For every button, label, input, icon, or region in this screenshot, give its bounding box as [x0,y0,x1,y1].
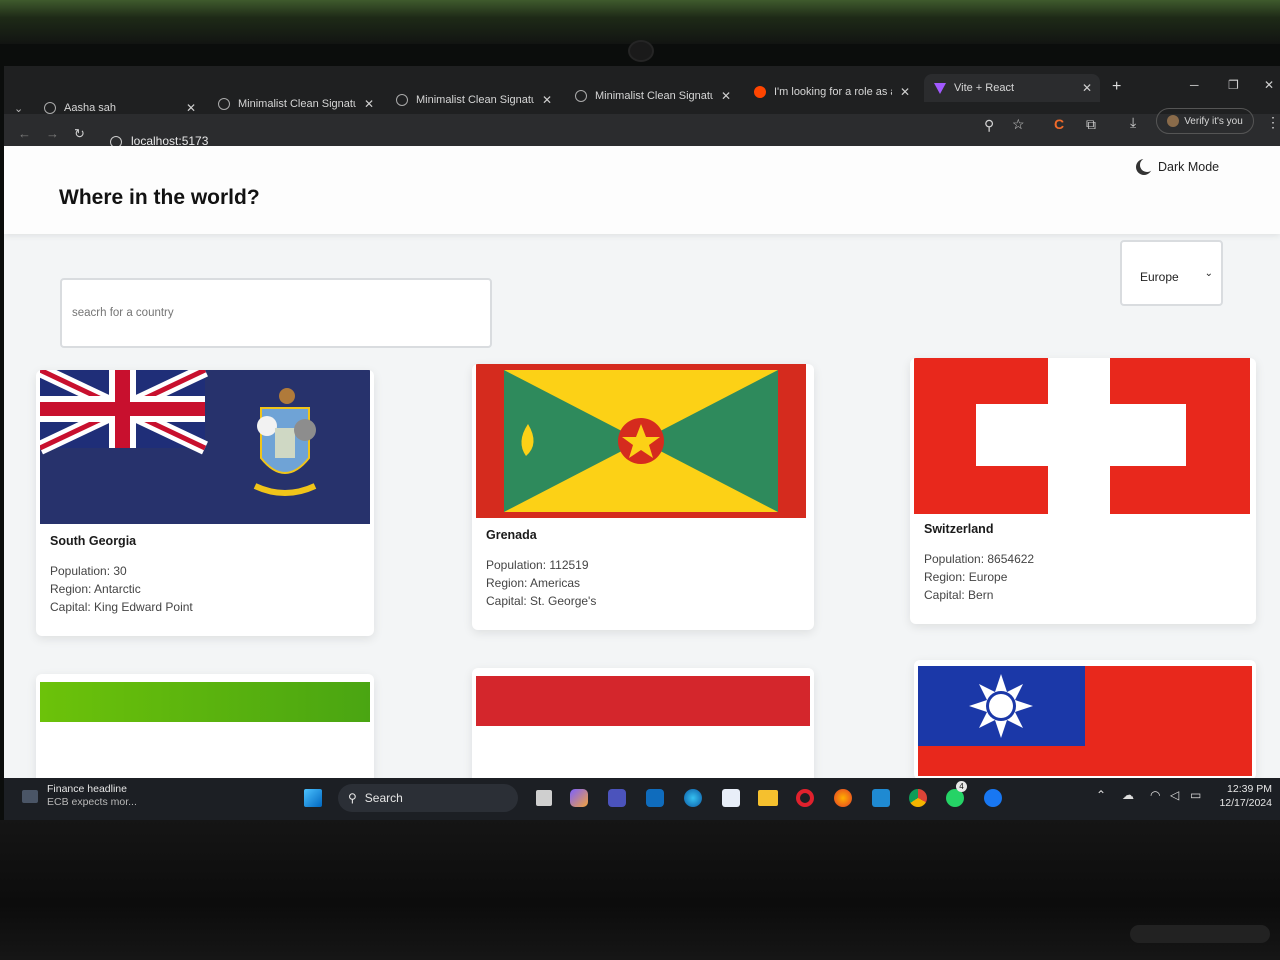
notification-badge: 4 [956,781,967,792]
outlook-icon[interactable] [646,789,664,807]
country-card-partial[interactable] [472,668,814,778]
minimize-icon[interactable]: ─ [1190,78,1199,92]
wifi-icon[interactable]: ◠ [1150,788,1160,802]
country-population: Population: 112519 [486,558,589,572]
extensions-puzzle-icon[interactable]: ⧉ [1086,116,1096,133]
search-box[interactable] [60,278,492,348]
volume-icon[interactable]: ◁ [1170,788,1179,802]
window-close-icon[interactable]: ✕ [1264,78,1274,92]
country-name: South Georgia [50,534,137,548]
avatar [1167,115,1180,127]
close-tab-icon[interactable]: ✕ [364,97,374,111]
file-explorer-icon[interactable] [758,790,778,806]
clock[interactable]: 12:39 PM 12/17/2024 [1216,782,1272,810]
app-header: Where in the world? Dark Mode [4,146,1280,234]
country-details: Population: 30 Region: Antarctic Capital… [50,562,193,616]
browser-tab-strip: ⌄ Aasha sah ✕ Minimalist Clean Signature… [4,66,1280,115]
country-region: Region: Antarctic [50,582,141,596]
keyboard-edge [1130,925,1270,943]
country-name: Switzerland [924,522,994,536]
country-card-grenada[interactable]: Grenada Population: 112519 Region: Ameri… [472,364,814,630]
globe-icon [575,90,587,102]
show-hidden-icons[interactable]: ⌃ [1096,788,1106,802]
flag-partial-red [476,676,810,726]
country-card-switzerland[interactable]: Switzerland Population: 8654622 Region: … [910,358,1256,624]
reload-icon[interactable]: ↻ [74,126,85,142]
close-tab-icon[interactable]: ✕ [721,89,731,103]
opera-icon[interactable] [796,789,814,807]
back-icon[interactable]: ← [18,126,31,141]
edge-icon[interactable] [684,789,702,807]
copilot-icon[interactable] [570,789,588,807]
facebook-icon[interactable] [984,789,1002,807]
moon-icon [1140,158,1154,172]
maximize-icon[interactable]: ❐ [1228,78,1239,92]
page-viewport: Where in the world? Dark Mode Europe ⌄ [4,146,1280,778]
country-population: Population: 8654622 [924,552,1035,566]
country-name: Grenada [486,528,537,542]
globe-icon [396,94,408,106]
country-region: Region: Americas [486,576,581,590]
close-tab-icon[interactable]: ✕ [186,101,196,115]
download-icon[interactable]: ⤓ [1130,114,1136,131]
verify-profile-button[interactable]: Verify it's you [1156,108,1254,134]
close-tab-icon[interactable]: ✕ [542,93,552,107]
country-details: Population: 112519 Region: Americas Capi… [486,556,596,610]
vscode-icon[interactable] [872,789,890,807]
country-details: Population: 8654622 Region: Europe Capit… [924,550,1034,604]
bookmark-star-icon[interactable]: ☆ [1012,116,1025,133]
webcam [628,40,654,62]
country-population: Population: 30 [50,564,127,578]
news-widget[interactable]: Finance headline ECB expects mor... [47,783,137,809]
globe-icon [44,102,56,114]
zoom-icon[interactable]: ⚲ [984,117,994,134]
tab-reddit-role[interactable]: I'm looking for a role as a ✕ [754,78,910,106]
tab-signature-2[interactable]: Minimalist Clean Signature ✕ [396,86,552,114]
globe-icon [218,98,230,110]
country-capital: Capital: St. George's [486,594,597,608]
tab-vite-react[interactable]: Vite + React ✕ [924,74,1100,102]
flag-south-georgia [40,370,370,524]
country-capital: Capital: King Edward Point [50,600,193,614]
reddit-icon [754,86,766,98]
firefox-icon[interactable] [834,789,852,807]
teams-icon[interactable] [608,789,626,807]
monitor-bezel-bottom [0,820,1280,960]
chevron-down-icon: ⌄ [1204,268,1213,279]
new-tab-icon[interactable]: + [1112,78,1121,96]
forward-icon[interactable]: → [46,126,59,141]
search-input[interactable] [62,280,462,346]
flag-taiwan [918,666,1252,776]
widgets-icon[interactable] [22,790,38,803]
flag-partial-green [40,682,370,722]
close-tab-icon[interactable]: ✕ [900,85,910,99]
country-card-partial[interactable] [914,660,1256,778]
store-icon[interactable] [722,789,740,807]
page-title: Where in the world? [59,186,260,209]
country-card-partial[interactable] [36,674,374,778]
monitor-bezel-top [0,0,1280,44]
tab-signature-3[interactable]: Minimalist Clean Signature ✕ [575,82,731,110]
flag-grenada [476,364,806,518]
task-view-icon[interactable] [536,790,552,806]
dark-mode-toggle[interactable]: Dark Mode [1136,160,1219,174]
onedrive-icon[interactable]: ☁ [1122,788,1134,802]
start-windows-icon[interactable] [304,789,322,807]
country-card-south-georgia[interactable]: South Georgia Population: 30 Region: Ant… [36,370,374,636]
taskbar-search[interactable]: ⚲ Search [338,784,518,812]
taskbar: Finance headline ECB expects mor... ⚲ Se… [4,778,1280,820]
region-filter-select[interactable]: Europe ⌄ [1120,240,1223,306]
battery-icon[interactable]: ▭ [1190,788,1201,802]
vite-icon [934,82,946,94]
extension-icon[interactable]: C [1054,116,1064,132]
screen: ⌄ Aasha sah ✕ Minimalist Clean Signature… [4,66,1280,820]
chrome-icon[interactable] [909,789,927,807]
close-tab-icon[interactable]: ✕ [1082,81,1092,95]
menu-icon[interactable]: ⋮ [1266,114,1280,131]
search-icon: ⚲ [348,791,357,805]
flag-switzerland [914,358,1250,514]
country-region: Region: Europe [924,570,1008,584]
country-capital: Capital: Bern [924,588,994,602]
